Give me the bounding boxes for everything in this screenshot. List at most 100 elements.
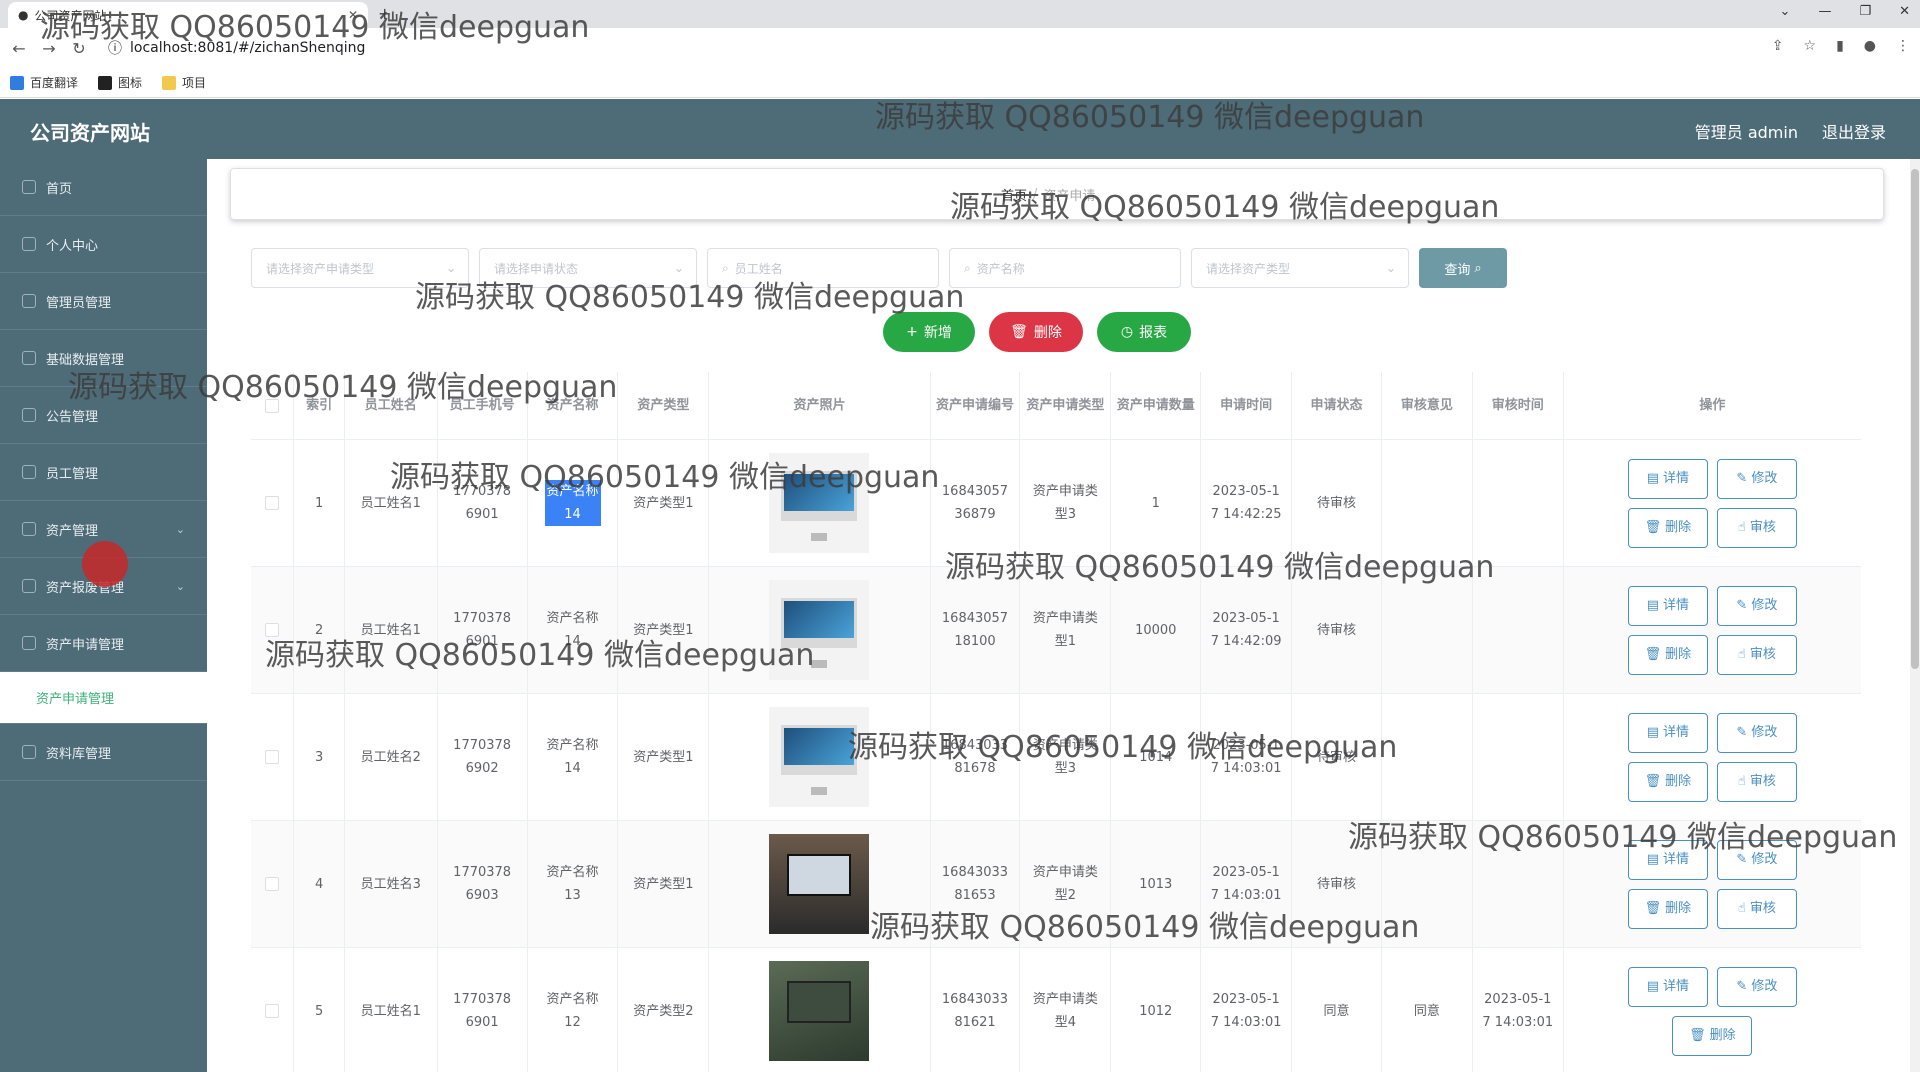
cell-qty: 1013: [1111, 821, 1202, 947]
cell-photo: [709, 821, 931, 947]
row-checkbox[interactable]: [265, 623, 280, 637]
cell-ops: ▤ 详情 ✎ 修改 🗑 删除 ☝ 审核: [1564, 440, 1861, 566]
home-icon: [22, 180, 36, 194]
table-row: 1 员工姓名1 17703786901 资产名称14 资产类型1 168430573687…: [251, 440, 1861, 567]
cell-qty: 1014: [1111, 694, 1202, 820]
share-icon[interactable]: ⇪: [1772, 38, 1784, 54]
cell-status: 待审核: [1292, 821, 1382, 947]
edit-button[interactable]: ✎ 修改: [1716, 966, 1797, 1007]
breadcrumb: 首页 / 资产申请: [230, 168, 1884, 220]
row-checkbox[interactable]: [265, 1004, 280, 1018]
address-bar[interactable]: ⓘ localhost:8081/#/zichanShenqing: [108, 34, 1748, 62]
delete-row-button[interactable]: 🗑 删除: [1627, 507, 1708, 548]
sidebar-subitem-apply[interactable]: 资产申请管理: [0, 672, 207, 724]
scrollbar-thumb[interactable]: [1911, 169, 1919, 669]
delete-row-button[interactable]: 🗑 删除: [1672, 1015, 1753, 1056]
table-body: 1 员工姓名1 17703786901 资产名称14 资产类型1 168430573687…: [251, 440, 1861, 1072]
sidebar-item-notices[interactable]: 公告管理: [0, 387, 207, 444]
sidebar-item-basedata[interactable]: 基础数据管理: [0, 330, 207, 387]
audit-button[interactable]: ☝ 审核: [1716, 507, 1797, 548]
forward-icon[interactable]: →: [34, 39, 64, 58]
browser-navbar: ← → ↻ ⓘ localhost:8081/#/zichanShenqing …: [0, 28, 1920, 68]
row-checkbox[interactable]: [265, 750, 280, 764]
logout-link[interactable]: 退出登录: [1822, 119, 1886, 143]
back-icon[interactable]: ←: [4, 39, 34, 58]
bookmark-item[interactable]: 项目: [162, 74, 206, 91]
detail-button[interactable]: ▤ 详情: [1627, 585, 1708, 626]
asset-name-input[interactable]: ⌕ 资产名称: [949, 248, 1181, 288]
profile-icon[interactable]: ●: [1864, 38, 1876, 54]
trash-icon: 🗑: [1644, 901, 1662, 916]
sidebar-item-home[interactable]: 首页: [0, 159, 207, 216]
page-scrollbar[interactable]: [1910, 159, 1920, 1072]
audit-button[interactable]: ☝ 审核: [1716, 761, 1797, 802]
edit-button[interactable]: ✎ 修改: [1716, 458, 1797, 499]
cell-asset-type: 资产类型1: [618, 440, 710, 566]
col-header: 资产申请编号: [931, 372, 1021, 439]
cell-apply-type: 资产申请类型4: [1020, 948, 1112, 1072]
select-all-checkbox[interactable]: [265, 398, 280, 413]
cell-time: 2023-05-17 14:42:09: [1201, 567, 1293, 693]
delete-row-button[interactable]: 🗑 删除: [1627, 634, 1708, 675]
menu-icon[interactable]: ⋮: [1896, 38, 1910, 54]
edit-button[interactable]: ✎ 修改: [1716, 839, 1797, 880]
cell-photo: [709, 948, 931, 1072]
edit-button[interactable]: ✎ 修改: [1716, 585, 1797, 626]
sidebar-item-apply[interactable]: 资产申请管理: [0, 615, 207, 672]
cell-phone: 17703786901: [438, 440, 528, 566]
report-button[interactable]: ◷ 报表: [1097, 312, 1191, 352]
chevron-down-icon[interactable]: ⌄: [1780, 4, 1791, 19]
asset-photo[interactable]: [769, 834, 870, 934]
row-checkbox[interactable]: [265, 877, 280, 891]
audit-button[interactable]: ☝ 审核: [1716, 888, 1797, 929]
asset-photo[interactable]: [769, 961, 870, 1061]
breadcrumb-home[interactable]: 首页: [1001, 185, 1027, 204]
notice-icon: [22, 408, 36, 422]
star-icon[interactable]: ☆: [1804, 38, 1817, 54]
cell-time: 2023-05-17 14:03:01: [1201, 948, 1293, 1072]
row-checkbox[interactable]: [265, 496, 280, 510]
bookmark-item[interactable]: 图标: [98, 74, 142, 91]
minimize-icon[interactable]: —: [1818, 4, 1831, 19]
query-button[interactable]: 查询 ⌕: [1419, 248, 1507, 288]
delete-row-button[interactable]: 🗑 删除: [1627, 888, 1708, 929]
sidebar-item-profile[interactable]: 个人中心: [0, 216, 207, 273]
thumb-icon: ☝: [1737, 901, 1746, 916]
add-button[interactable]: + 新增: [883, 312, 975, 352]
cell-index: 5: [294, 948, 345, 1072]
thumb-icon: ☝: [1737, 647, 1746, 662]
new-tab-icon[interactable]: +: [378, 4, 391, 23]
employee-name-input[interactable]: ⌕ 员工姓名: [707, 248, 939, 288]
user-label: 管理员 admin: [1694, 123, 1798, 142]
cell-apply-no: 1684303381621: [931, 948, 1021, 1072]
apply-type-select[interactable]: 请选择资产申请类型 ⌄: [251, 248, 469, 288]
close-icon[interactable]: ✕: [348, 8, 358, 22]
detail-button[interactable]: ▤ 详情: [1627, 458, 1708, 499]
audit-button[interactable]: ☝ 审核: [1716, 634, 1797, 675]
sidepanel-icon[interactable]: ▮: [1836, 38, 1844, 54]
edit-button[interactable]: ✎ 修改: [1716, 712, 1797, 753]
sidebar-item-employees[interactable]: 员工管理: [0, 444, 207, 501]
delete-button[interactable]: 🗑 删除: [989, 312, 1083, 352]
detail-button[interactable]: ▤ 详情: [1627, 839, 1708, 880]
delete-row-button[interactable]: 🗑 删除: [1627, 761, 1708, 802]
apply-status-select[interactable]: 请选择申请状态 ⌄: [479, 248, 697, 288]
close-window-icon[interactable]: ✕: [1899, 4, 1910, 19]
detail-button[interactable]: ▤ 详情: [1627, 966, 1708, 1007]
cell-apply-no: 1684305718100: [931, 567, 1021, 693]
sidebar-item-admins[interactable]: 管理员管理: [0, 273, 207, 330]
document-icon: ▤: [1646, 979, 1660, 994]
col-header: 申请时间: [1201, 372, 1293, 439]
restore-icon[interactable]: ❐: [1859, 4, 1871, 19]
detail-button[interactable]: ▤ 详情: [1627, 712, 1708, 753]
reload-icon[interactable]: ↻: [64, 39, 94, 58]
asset-photo[interactable]: [769, 707, 870, 807]
cell-name: 员工姓名1: [345, 440, 438, 566]
asset-photo[interactable]: [769, 580, 870, 680]
library-icon: [22, 745, 36, 759]
asset-type-select[interactable]: 请选择资产类型 ⌄: [1191, 248, 1409, 288]
browser-tab[interactable]: ● 公司资产网站 ✕: [8, 2, 368, 28]
asset-photo[interactable]: [769, 453, 870, 553]
sidebar-item-library[interactable]: 资料库管理: [0, 724, 207, 781]
bookmark-item[interactable]: 百度翻译: [10, 74, 78, 91]
